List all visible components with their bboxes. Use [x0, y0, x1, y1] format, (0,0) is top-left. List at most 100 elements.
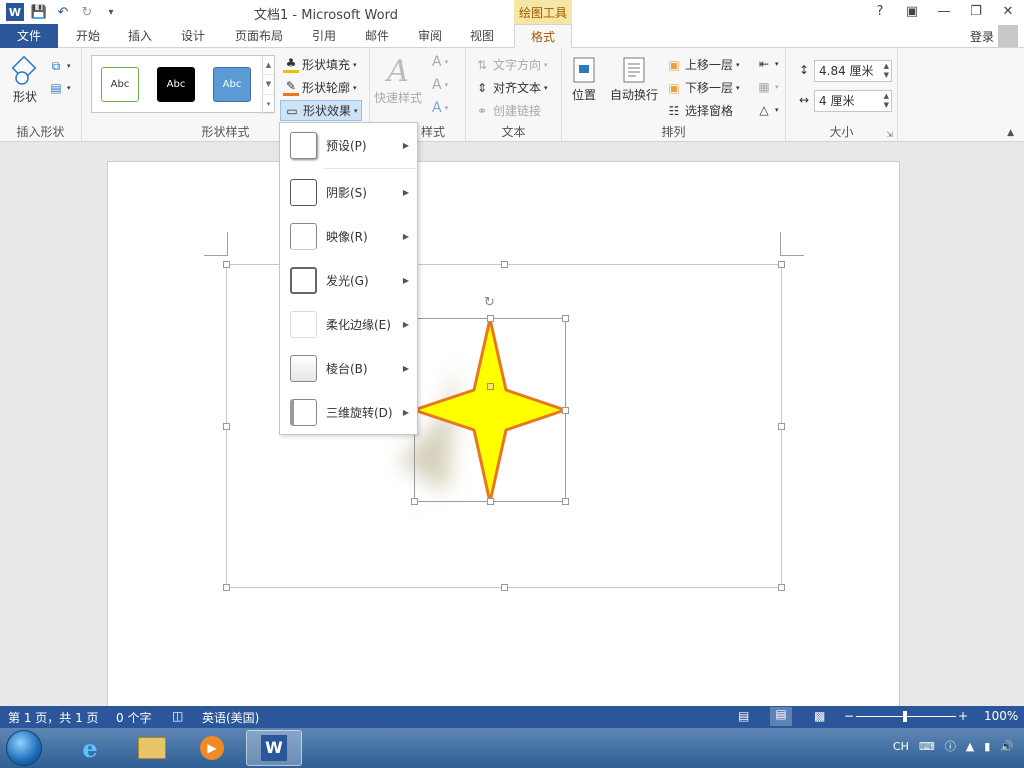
tab-view[interactable]: 视图: [460, 24, 504, 48]
menu-item-preset[interactable]: 预设(P) ▶: [280, 123, 417, 167]
internet-explorer-icon[interactable]: e: [62, 730, 118, 766]
close-icon[interactable]: ✕: [1000, 2, 1016, 20]
file-explorer-icon[interactable]: [124, 730, 180, 766]
canvas-handle[interactable]: [223, 584, 230, 591]
canvas-handle[interactable]: [501, 584, 508, 591]
size-dialog-launcher-icon[interactable]: ⇲: [886, 130, 893, 139]
word-taskbar-icon[interactable]: W: [246, 730, 302, 766]
shape-outline-button[interactable]: ✎ 形状轮廓 ▾: [283, 79, 357, 96]
group-objects-button[interactable]: ▦ ▾: [756, 79, 778, 95]
volume-icon[interactable]: 🔊: [1000, 740, 1014, 753]
menu-item-bevel[interactable]: 棱台(B) ▶: [280, 346, 417, 390]
shape-handle[interactable]: [487, 498, 494, 505]
shape-handle[interactable]: [562, 315, 569, 322]
restore-icon[interactable]: ❐: [968, 2, 984, 20]
selection-pane-button[interactable]: ☷ 选择窗格: [666, 102, 733, 119]
tab-format[interactable]: 格式: [514, 24, 572, 48]
shape-handle[interactable]: [487, 315, 494, 322]
shape-adjust-handle[interactable]: [487, 383, 494, 390]
tab-references[interactable]: 引用: [302, 24, 346, 48]
quick-styles-button[interactable]: A 快速样式: [374, 54, 422, 106]
style-swatch-2[interactable]: Abc: [157, 67, 195, 102]
shape-fill-button[interactable]: ♣ 形状填充 ▾: [283, 56, 357, 73]
tray-expand-icon[interactable]: ▲: [966, 740, 974, 753]
tab-insert[interactable]: 插入: [118, 24, 162, 48]
canvas-handle[interactable]: [778, 584, 785, 591]
read-mode-icon[interactable]: ▤: [738, 709, 749, 723]
document-page[interactable]: ↻: [107, 161, 900, 706]
proofing-icon[interactable]: ◫: [172, 709, 183, 723]
width-input[interactable]: 4 厘米 ▲ ▼: [814, 90, 892, 112]
text-box-button[interactable]: ▤ ▾: [48, 80, 70, 96]
wrap-text-button[interactable]: 自动换行: [610, 56, 658, 103]
rotate-handle-icon[interactable]: ↻: [484, 295, 495, 310]
page-count[interactable]: 第 1 页，共 1 页: [8, 709, 99, 726]
help-tray-icon[interactable]: ⓘ: [945, 738, 956, 754]
text-effects-button[interactable]: A ▾: [432, 100, 448, 116]
position-button[interactable]: 位置: [572, 56, 596, 103]
language-indicator[interactable]: 英语(美国): [202, 709, 259, 726]
style-swatch-1[interactable]: Abc: [101, 67, 139, 102]
zoom-level[interactable]: 100%: [984, 709, 1018, 723]
send-backward-button[interactable]: ▣ 下移一层 ▾: [666, 79, 739, 96]
canvas-handle[interactable]: [223, 261, 230, 268]
web-layout-icon[interactable]: ▩: [814, 709, 825, 723]
zoom-in-icon[interactable]: +: [958, 709, 968, 723]
align-button[interactable]: ⇤ ▾: [756, 56, 779, 72]
menu-item-soft-edges[interactable]: 柔化边缘(E) ▶: [280, 302, 417, 346]
canvas-handle[interactable]: [778, 261, 785, 268]
collapse-ribbon-icon[interactable]: ▲: [1007, 128, 1014, 138]
sign-in[interactable]: 登录: [970, 24, 1018, 48]
gallery-down-icon[interactable]: ▼: [263, 75, 274, 95]
style-swatch-3[interactable]: Abc: [213, 67, 251, 102]
text-direction-button[interactable]: ⇅ 文字方向 ▾: [474, 56, 548, 73]
menu-item-reflection[interactable]: 映像(R) ▶: [280, 214, 417, 258]
shape-handle[interactable]: [562, 407, 569, 414]
sign-in-label[interactable]: 登录: [970, 28, 994, 45]
rotate-button[interactable]: △ ▾: [756, 102, 778, 118]
height-input[interactable]: 4.84 厘米 ▲ ▼: [814, 60, 892, 82]
word-count[interactable]: 0 个字: [116, 709, 151, 726]
tab-layout[interactable]: 页面布局: [226, 24, 292, 48]
menu-item-glow[interactable]: 发光(G) ▶: [280, 258, 417, 302]
bring-forward-button[interactable]: ▣ 上移一层 ▾: [666, 56, 739, 73]
menu-item-3d-rotation[interactable]: 三维旋转(D) ▶: [280, 390, 417, 434]
align-text-button[interactable]: ⇕ 对齐文本 ▾: [474, 79, 548, 96]
canvas-handle[interactable]: [778, 423, 785, 430]
shape-effects-menu: 预设(P) ▶ 阴影(S) ▶ 映像(R) ▶ 发光(G) ▶ 柔化边缘(E) …: [279, 122, 418, 435]
zoom-out-icon[interactable]: −: [844, 709, 854, 723]
network-icon[interactable]: ▮: [984, 740, 990, 753]
shape-handle[interactable]: [562, 498, 569, 505]
tab-mailings[interactable]: 邮件: [355, 24, 399, 48]
ribbon-display-icon[interactable]: ▣: [904, 2, 920, 20]
media-player-icon[interactable]: ▶: [184, 730, 240, 766]
shapes-button[interactable]: 形状: [10, 56, 40, 105]
create-link-button[interactable]: ⚭ 创建链接: [474, 102, 541, 119]
tab-file[interactable]: 文件: [0, 24, 58, 48]
gallery-more-icon[interactable]: ▾: [263, 95, 274, 114]
shape-handle[interactable]: [411, 498, 418, 505]
width-spinner[interactable]: ▲ ▼: [884, 92, 889, 110]
avatar[interactable]: [998, 25, 1018, 47]
shape-selection-box[interactable]: ↻: [411, 295, 569, 505]
shape-effects-button[interactable]: ▭ 形状效果 ▾: [280, 100, 362, 121]
menu-item-shadow[interactable]: 阴影(S) ▶: [280, 170, 417, 214]
tab-review[interactable]: 审阅: [408, 24, 452, 48]
text-fill-button[interactable]: A ▾: [432, 54, 448, 70]
submenu-arrow-icon: ▶: [402, 140, 409, 150]
zoom-slider-thumb[interactable]: [903, 711, 907, 722]
keyboard-icon[interactable]: ⌨: [919, 740, 935, 753]
print-layout-icon[interactable]: ▤: [770, 707, 792, 726]
text-outline-button[interactable]: A ▾: [432, 77, 448, 93]
height-spinner[interactable]: ▲ ▼: [884, 62, 889, 80]
system-tray: CH ⌨ ⓘ ▲ ▮ 🔊: [893, 738, 1014, 754]
start-button[interactable]: [6, 730, 42, 766]
tab-home[interactable]: 开始: [66, 24, 110, 48]
tab-design[interactable]: 设计: [171, 24, 215, 48]
minimize-icon[interactable]: —: [936, 2, 952, 20]
input-language[interactable]: CH: [893, 740, 909, 753]
gallery-up-icon[interactable]: ▲: [263, 56, 274, 76]
help-icon[interactable]: ?: [872, 2, 888, 20]
canvas-handle[interactable]: [223, 423, 230, 430]
edit-shape-button[interactable]: ⧉ ▾: [48, 58, 71, 74]
